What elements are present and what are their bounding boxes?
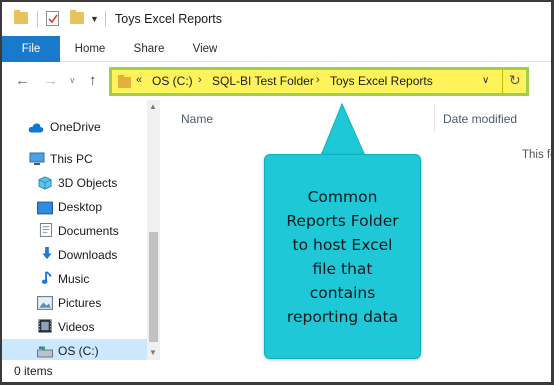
nav-item-label: 3D Objects	[58, 176, 118, 190]
address-overflow-icon[interactable]: «	[136, 74, 142, 86]
scrollbar-thumb[interactable]	[149, 232, 158, 342]
desktop-icon	[37, 201, 53, 215]
tab-home[interactable]: Home	[62, 36, 118, 62]
drive-icon	[37, 346, 53, 358]
forward-arrow-icon[interactable]: →	[43, 72, 58, 89]
column-header-date-modified[interactable]: Date modified	[443, 112, 517, 126]
explorer-window: ▼ Toys Excel Reports File Home Share Vie…	[0, 0, 554, 385]
nav-item-label: Music	[58, 272, 90, 286]
status-bar: 0 items	[2, 360, 551, 382]
onedrive-cloud-icon	[28, 123, 44, 133]
nav-item-label: OneDrive	[50, 120, 101, 134]
nav-item-label: Documents	[58, 224, 119, 238]
folder-icon[interactable]	[14, 10, 28, 24]
navigation-pane-scrollbar[interactable]: ▲ ▼	[147, 100, 160, 360]
address-history-dropdown-icon[interactable]: ∨	[482, 75, 489, 86]
recent-locations-dropdown-icon[interactable]: ∨	[69, 75, 76, 86]
breadcrumb-sql-bi-test-folder[interactable]: SQL-BI Test Folder	[212, 74, 314, 88]
tab-view[interactable]: View	[180, 36, 230, 62]
folder-icon	[118, 75, 131, 88]
tab-file[interactable]: File	[2, 36, 60, 62]
nav-item-label: Pictures	[58, 296, 102, 310]
cube-3d-icon	[38, 176, 52, 190]
callout-line: contains	[309, 284, 376, 302]
nav-item-label: Desktop	[58, 200, 103, 214]
documents-icon	[39, 223, 53, 237]
tab-share[interactable]: Share	[120, 36, 178, 62]
back-arrow-icon[interactable]: ←	[15, 72, 30, 89]
pictures-icon	[37, 296, 53, 310]
nav-item-onedrive[interactable]: OneDrive	[2, 115, 147, 139]
refresh-icon[interactable]: ↻	[509, 72, 521, 89]
nav-item-3d-objects[interactable]: 3D Objects	[2, 171, 147, 195]
navigation-pane: OneDrive This PC 3D Objects Desktop Docu…	[2, 100, 162, 363]
nav-item-label: Videos	[58, 320, 95, 334]
callout-line: Common	[307, 188, 378, 206]
customize-toolbar-dropdown-icon[interactable]: ▼	[90, 14, 99, 24]
item-count: 0 items	[14, 364, 53, 378]
callout-line: Reports Folder	[286, 212, 399, 230]
breadcrumb-separator-icon[interactable]: ›	[316, 74, 320, 86]
music-note-icon	[41, 271, 52, 284]
computer-icon	[29, 152, 45, 165]
ribbon-tabs: File Home Share View	[2, 36, 551, 62]
breadcrumb-separator-icon[interactable]: ›	[198, 74, 202, 86]
nav-item-label: OS (C:)	[58, 344, 99, 358]
nav-item-downloads[interactable]: Downloads	[2, 243, 147, 267]
window-title: Toys Excel Reports	[115, 12, 222, 26]
callout-line: file that	[312, 260, 373, 278]
breadcrumb-os-drive[interactable]: OS (C:)	[152, 74, 193, 88]
up-arrow-icon[interactable]: ↑	[89, 72, 97, 89]
film-icon	[38, 319, 52, 333]
nav-item-pictures[interactable]: Pictures	[2, 291, 147, 315]
nav-item-this-pc[interactable]: This PC	[2, 147, 147, 171]
callout-line: reporting data	[286, 308, 399, 326]
address-divider	[502, 70, 503, 93]
breadcrumb-toys-excel-reports[interactable]: Toys Excel Reports	[330, 74, 433, 88]
callout-pointer	[319, 103, 367, 159]
nav-item-videos[interactable]: Videos	[2, 315, 147, 339]
nav-item-label: This PC	[50, 152, 93, 166]
quick-access-divider	[37, 11, 38, 27]
navigation-bar: ← → ∨ ↑ « OS (C:) › SQL-BI Test Folder ›…	[2, 62, 551, 100]
nav-item-label: Downloads	[58, 248, 118, 262]
column-divider[interactable]	[434, 104, 435, 132]
download-arrow-icon	[42, 247, 52, 260]
nav-item-desktop[interactable]: Desktop	[2, 195, 147, 219]
nav-item-music[interactable]: Music	[2, 267, 147, 291]
annotation-callout: Common Reports Folder to host Excel file…	[264, 154, 421, 359]
nav-item-documents[interactable]: Documents	[2, 219, 147, 243]
title-divider	[105, 11, 106, 27]
properties-check-icon[interactable]	[46, 11, 59, 26]
new-folder-icon[interactable]	[70, 10, 84, 24]
title-bar: ▼ Toys Excel Reports	[2, 2, 551, 36]
callout-text: Common Reports Folder to host Excel file…	[265, 185, 420, 329]
scroll-down-icon[interactable]: ▼	[149, 348, 157, 357]
address-bar[interactable]: « OS (C:) › SQL-BI Test Folder › Toys Ex…	[109, 67, 529, 96]
column-header-name[interactable]: Name	[181, 112, 213, 126]
callout-line: to host Excel	[292, 236, 393, 254]
scroll-up-icon[interactable]: ▲	[149, 102, 157, 111]
empty-folder-message: This fo	[522, 149, 554, 161]
